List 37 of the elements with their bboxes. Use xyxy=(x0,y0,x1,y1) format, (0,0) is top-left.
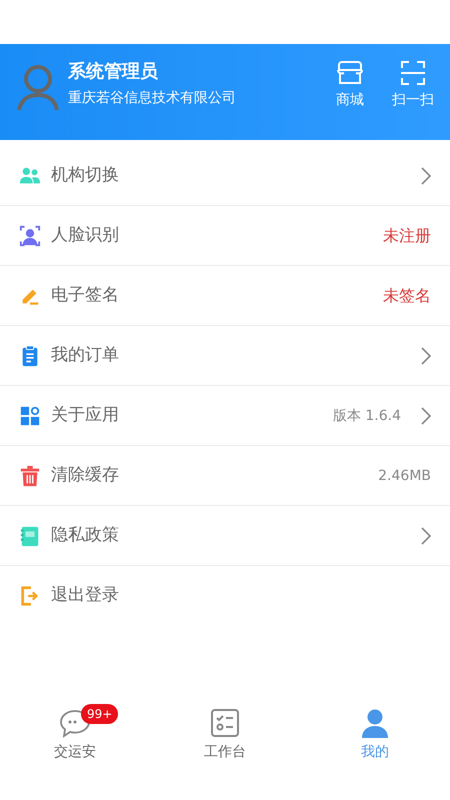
face-scan-icon xyxy=(19,224,41,246)
scan-icon xyxy=(399,60,427,86)
notebook-icon xyxy=(19,524,41,546)
apps-icon xyxy=(19,404,41,426)
menu-item[interactable]: 退出登录 xyxy=(0,566,450,626)
menu-label: 机构切换 xyxy=(51,164,120,187)
menu-item[interactable]: 我的订单 xyxy=(0,326,450,386)
trash-icon xyxy=(19,464,41,486)
nav-tab[interactable]: 我的 xyxy=(300,708,450,800)
unread-badge: 99+ xyxy=(81,704,118,724)
menu-label: 我的订单 xyxy=(51,344,120,367)
menu-value: 未注册 xyxy=(383,224,431,246)
menu-label: 退出登录 xyxy=(51,584,120,608)
header-action-button[interactable]: 扫一扫 xyxy=(392,60,434,111)
company-name: 重庆若谷信息技术有限公司 xyxy=(68,89,237,108)
menu-item[interactable]: 关于应用 版本 1.6.4 xyxy=(0,386,450,446)
menu-value: 未签名 xyxy=(383,284,431,306)
user-name: 系统管理员 xyxy=(68,60,159,84)
menu-value: 2.46MB xyxy=(378,466,431,486)
avatar-icon xyxy=(16,64,60,112)
menu-label: 关于应用 xyxy=(51,404,120,427)
menu-label: 清除缓存 xyxy=(51,464,120,487)
logout-icon xyxy=(19,585,41,607)
store-icon xyxy=(336,60,364,86)
menu-label: 隐私政策 xyxy=(51,524,120,547)
menu-value: 版本 1.6.4 xyxy=(332,406,401,426)
checklist-icon xyxy=(210,708,240,738)
header-action-button[interactable]: 商城 xyxy=(336,60,364,111)
menu-item[interactable]: 人脸识别 未注册 xyxy=(0,206,450,266)
nav-tab[interactable]: 工作台 xyxy=(150,708,300,800)
menu-item[interactable]: 机构切换 xyxy=(0,146,450,206)
menu-label: 电子签名 xyxy=(51,284,120,307)
menu-item[interactable]: 隐私政策 xyxy=(0,506,450,566)
menu-label: 人脸识别 xyxy=(51,224,120,247)
person-icon xyxy=(360,708,390,738)
menu-item[interactable]: 电子签名 未签名 xyxy=(0,266,450,326)
menu-item[interactable]: 清除缓存 2.46MB xyxy=(0,446,450,506)
